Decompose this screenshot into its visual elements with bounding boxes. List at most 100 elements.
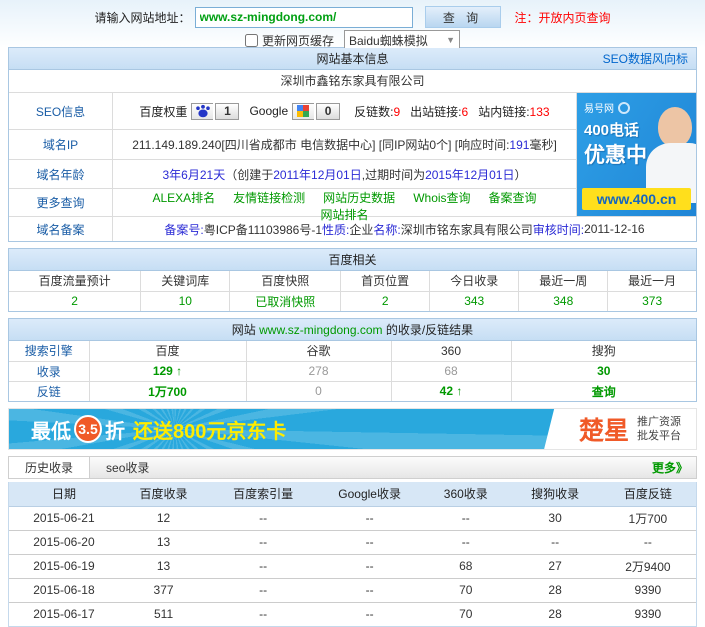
collect-cell: 68 <box>391 361 511 381</box>
history-tbody: 2015-06-2112------301万7002015-06-2013---… <box>9 506 696 626</box>
google-pr-value[interactable]: 0 <box>316 103 340 120</box>
related-col-label: 首页位置 <box>341 271 430 291</box>
table-cell: 9390 <box>600 602 696 626</box>
engine-label: 360 <box>391 341 511 361</box>
history-col-header: 百度收录 <box>119 482 208 506</box>
section-title: 网站基本信息 <box>9 50 696 67</box>
table-cell: 13 <box>119 530 208 554</box>
related-col-label: 最近一周 <box>519 271 608 291</box>
history-table-wrap: 日期百度收录百度索引量Google收录360收录搜狗收录百度反链 2015-06… <box>8 482 697 627</box>
table-cell: 511 <box>119 602 208 626</box>
seo-info-label: SEO信息 <box>9 93 113 129</box>
table-cell: 70 <box>421 578 510 602</box>
promo-banner[interactable]: 最低 3.5 折 还送800元京东卡 楚星 推广资源 批发平台 <box>8 408 697 450</box>
ad-url[interactable]: www.400.cn <box>582 188 691 210</box>
more-query-link[interactable]: 备案查询 <box>489 189 537 206</box>
tab-seo-collect[interactable]: seo收录 <box>90 457 165 478</box>
text-segment: 3年6月21天 <box>163 166 226 183</box>
text-segment: 备案号: <box>164 221 203 238</box>
table-row: 2015-06-17511----70289390 <box>9 602 696 626</box>
history-head-row: 日期百度收录百度索引量Google收录360收录搜狗收录百度反链 <box>9 482 696 506</box>
related-col-label: 今日收录 <box>430 271 519 291</box>
engine-label: 谷歌 <box>246 341 391 361</box>
phone-logo-icon <box>618 102 630 114</box>
collect-cell: 1万700 <box>89 381 246 401</box>
history-tabs: 历史收录 seo收录 更多》 <box>8 456 697 479</box>
text-segment: www.sz-mingdong.com <box>259 323 382 337</box>
table-cell: -- <box>318 530 421 554</box>
seo-trend-link[interactable]: SEO数据风向标 <box>603 50 688 67</box>
domain-age-label: 域名年龄 <box>9 160 113 188</box>
stat-label: 反链数: <box>354 105 393 119</box>
table-cell: 2015-06-17 <box>9 602 119 626</box>
text-segment: 性质: <box>322 221 349 238</box>
table-cell: 30 <box>510 506 599 530</box>
address-input[interactable] <box>195 7 413 28</box>
tab-history-collect[interactable]: 历史收录 <box>8 457 90 478</box>
collect-section: 网站 www.sz-mingdong.com 的收录/反链结果 搜索引擎 百度谷… <box>8 318 697 402</box>
section-title: 百度相关 <box>9 251 696 268</box>
related-col-label: 最近一月 <box>608 271 696 291</box>
collect-row: 反链1万700042 ↑查询 <box>9 381 696 401</box>
related-col-value: 已取消快照 <box>230 291 341 311</box>
table-cell: 27 <box>510 554 599 578</box>
collect-cell: 0 <box>246 381 391 401</box>
chevron-down-icon: ▼ <box>446 35 455 45</box>
banner-discount-badge: 3.5 <box>74 415 102 443</box>
table-cell: 28 <box>510 602 599 626</box>
refresh-cache-label: 更新网页缓存 <box>262 32 334 49</box>
collect-query-link[interactable]: 查询 <box>511 381 696 401</box>
related-col-value: 348 <box>519 291 608 311</box>
more-query-link[interactable]: Whois查询 <box>413 189 470 206</box>
collect-row-label: 反链 <box>9 381 89 401</box>
banner-brand: 楚星 <box>579 411 629 447</box>
text-segment: 审核时间: <box>533 221 584 238</box>
more-query-link[interactable]: 网站历史数据 <box>323 189 395 206</box>
table-cell: -- <box>208 578 318 602</box>
beian-label: 域名备案 <box>9 217 113 241</box>
promo-banner-left: 最低 3.5 折 还送800元京东卡 <box>9 409 561 449</box>
text-segment: ,过期时间为 <box>362 166 425 183</box>
promo-banner-right: 楚星 推广资源 批发平台 <box>561 409 696 449</box>
collect-body: 搜索引擎 百度谷歌360搜狗 收录129 ↑2786830反链1万700042 … <box>9 341 696 401</box>
more-query-label: 更多查询 <box>9 189 113 216</box>
text-segment: 粤ICP备11103986号-1 <box>204 221 322 238</box>
spider-select[interactable]: Baidu蜘蛛模拟 ▼ <box>344 30 460 50</box>
basic-info-header: 网站基本信息 SEO数据风向标 <box>9 48 696 70</box>
more-history-link[interactable]: 更多》 <box>652 457 688 478</box>
more-query-link[interactable]: ALEXA排名 <box>152 189 215 206</box>
query-button[interactable]: 查 询 <box>425 6 501 28</box>
table-cell: -- <box>318 602 421 626</box>
banner-sub: 推广资源 批发平台 <box>637 415 681 443</box>
banner-text-1: 最低 <box>31 415 71 444</box>
related-col-value: 2 <box>9 291 141 311</box>
history-col-header: 百度索引量 <box>208 482 318 506</box>
engine-label: 搜狗 <box>511 341 696 361</box>
table-cell: 377 <box>119 578 208 602</box>
ad-line1: 400电话 <box>584 119 639 140</box>
related-col-value: 10 <box>141 291 230 311</box>
more-query-link[interactable]: 友情链接检测 <box>233 189 305 206</box>
query-toolbar: 请输入网站地址： 查 询 注：开放内页查询 更新网页缓存 Baidu蜘蛛模拟 ▼ <box>0 0 705 47</box>
table-cell: 2万9400 <box>600 554 696 578</box>
spider-select-value: Baidu蜘蛛模拟 <box>349 32 428 49</box>
related-col-label: 百度快照 <box>230 271 341 291</box>
beian-value: 备案号: 粤ICP备11103986号-1 性质: 企业 名称: 深圳市铭东家具… <box>113 217 696 241</box>
table-cell: -- <box>318 578 421 602</box>
related-col-value: 2 <box>341 291 430 311</box>
table-cell: 2015-06-19 <box>9 554 119 578</box>
text-segment: 2011-12-16 <box>584 222 645 236</box>
table-cell: -- <box>421 530 510 554</box>
collect-header: 网站 www.sz-mingdong.com 的收录/反链结果 <box>9 319 696 341</box>
text-segment: ） <box>514 166 526 183</box>
ad-400-banner[interactable]: 易号网 400电话 优惠中 www.400.cn <box>576 93 696 216</box>
collect-table: 搜索引擎 百度谷歌360搜狗 收录129 ↑2786830反链1万700042 … <box>9 341 696 401</box>
text-segment: 211.149.189.240[四川省成都市 电信数据中心] [同IP网站0个]… <box>132 136 509 153</box>
table-cell: 12 <box>119 506 208 530</box>
stat-label: 站内链接: <box>478 105 529 119</box>
table-cell: -- <box>318 506 421 530</box>
baidu-weight-value[interactable]: 1 <box>215 103 239 120</box>
engine-row-label: 搜索引擎 <box>9 341 89 361</box>
history-col-header: 百度反链 <box>600 482 696 506</box>
refresh-cache-checkbox[interactable] <box>245 34 258 47</box>
